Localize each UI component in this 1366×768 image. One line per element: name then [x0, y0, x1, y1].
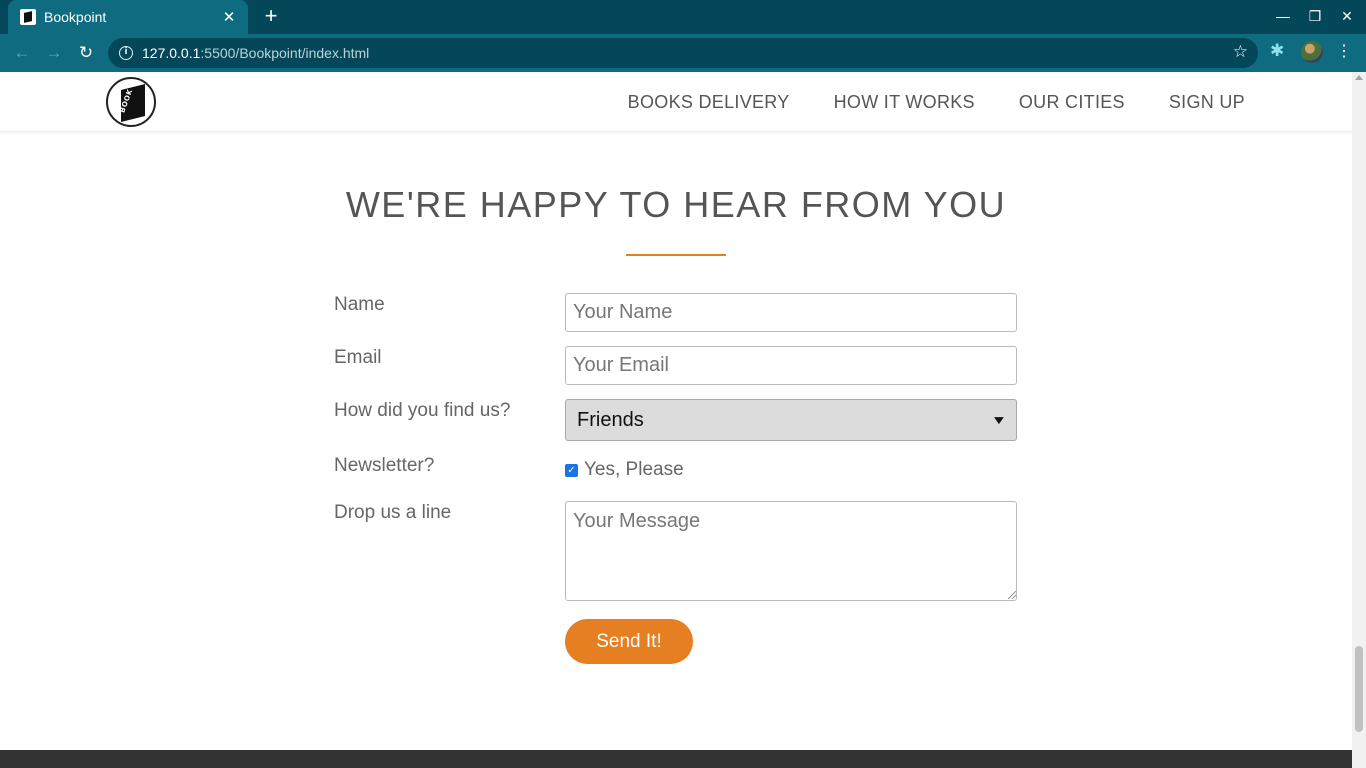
browser-tab[interactable]: Bookpoint ✕ [8, 0, 248, 34]
find-us-selected: Friends [577, 408, 644, 431]
chevron-down-icon: ▼ [990, 413, 1008, 427]
site-footer [0, 750, 1352, 768]
find-us-select[interactable]: Friends ▼ [565, 399, 1017, 441]
site-header: BOOK BOOKS DELIVERY HOW IT WORKS OUR CIT… [0, 72, 1352, 132]
heading-divider [626, 254, 726, 256]
browser-toolbar: ← → ↻ i 127.0.0.1:5500/Bookpoint/index.h… [0, 34, 1366, 72]
bookmark-star-icon[interactable]: ☆ [1233, 42, 1248, 62]
nav-how-it-works[interactable]: HOW IT WORKS [834, 92, 975, 113]
new-tab-button[interactable]: + [258, 4, 284, 30]
contact-heading: WE'RE HAPPY TO HEAR FROM YOU [345, 184, 1007, 225]
scrollbar-thumb[interactable] [1355, 646, 1363, 732]
message-textarea[interactable] [565, 501, 1017, 601]
reload-icon[interactable]: ↻ [75, 42, 97, 64]
url-text: 127.0.0.1:5500/Bookpoint/index.html [142, 45, 369, 61]
newsletter-label: Newsletter? [334, 455, 435, 476]
nav-our-cities[interactable]: OUR CITIES [1019, 92, 1125, 113]
forward-icon[interactable]: → [43, 42, 65, 64]
page-viewport: BOOK BOOKS DELIVERY HOW IT WORKS OUR CIT… [0, 72, 1352, 768]
extensions-icon[interactable]: ✱ [1270, 41, 1284, 61]
browser-tab-strip: Bookpoint ✕ + — ❐ ✕ [0, 0, 1366, 34]
name-input[interactable] [565, 293, 1017, 332]
message-label: Drop us a line [334, 502, 452, 523]
favicon-icon [20, 9, 36, 25]
address-bar[interactable]: i 127.0.0.1:5500/Bookpoint/index.html ☆ [108, 38, 1258, 68]
send-button[interactable]: Send It! [565, 619, 693, 664]
tab-title: Bookpoint [44, 9, 107, 25]
browser-menu-icon[interactable]: ⋮ [1336, 41, 1352, 61]
newsletter-checkbox[interactable]: ✓ [565, 464, 578, 477]
email-input[interactable] [565, 346, 1017, 385]
url-path: :5500/Bookpoint/index.html [200, 45, 370, 61]
profile-avatar[interactable] [1301, 41, 1323, 63]
scroll-up-icon[interactable] [1355, 75, 1363, 80]
name-label: Name [334, 294, 385, 315]
minimize-icon[interactable]: — [1273, 8, 1293, 24]
email-label: Email [334, 347, 382, 368]
tab-close-icon[interactable]: ✕ [220, 8, 238, 26]
find-us-label: How did you find us? [334, 400, 511, 421]
newsletter-option-label[interactable]: Yes, Please [584, 459, 684, 481]
site-info-icon[interactable]: i [119, 46, 133, 60]
nav-books-delivery[interactable]: BOOKS DELIVERY [628, 92, 790, 113]
resize-handle-icon[interactable] [1008, 591, 1016, 599]
main-nav: BOOKS DELIVERY HOW IT WORKS OUR CITIES S… [628, 72, 1245, 132]
window-close-icon[interactable]: ✕ [1337, 8, 1357, 25]
page-scrollbar[interactable] [1352, 72, 1366, 768]
maximize-icon[interactable]: ❐ [1305, 8, 1325, 25]
nav-sign-up[interactable]: SIGN UP [1169, 92, 1245, 113]
url-host: 127.0.0.1 [142, 45, 201, 61]
back-icon[interactable]: ← [11, 42, 33, 64]
bookpoint-logo[interactable]: BOOK [106, 77, 156, 127]
